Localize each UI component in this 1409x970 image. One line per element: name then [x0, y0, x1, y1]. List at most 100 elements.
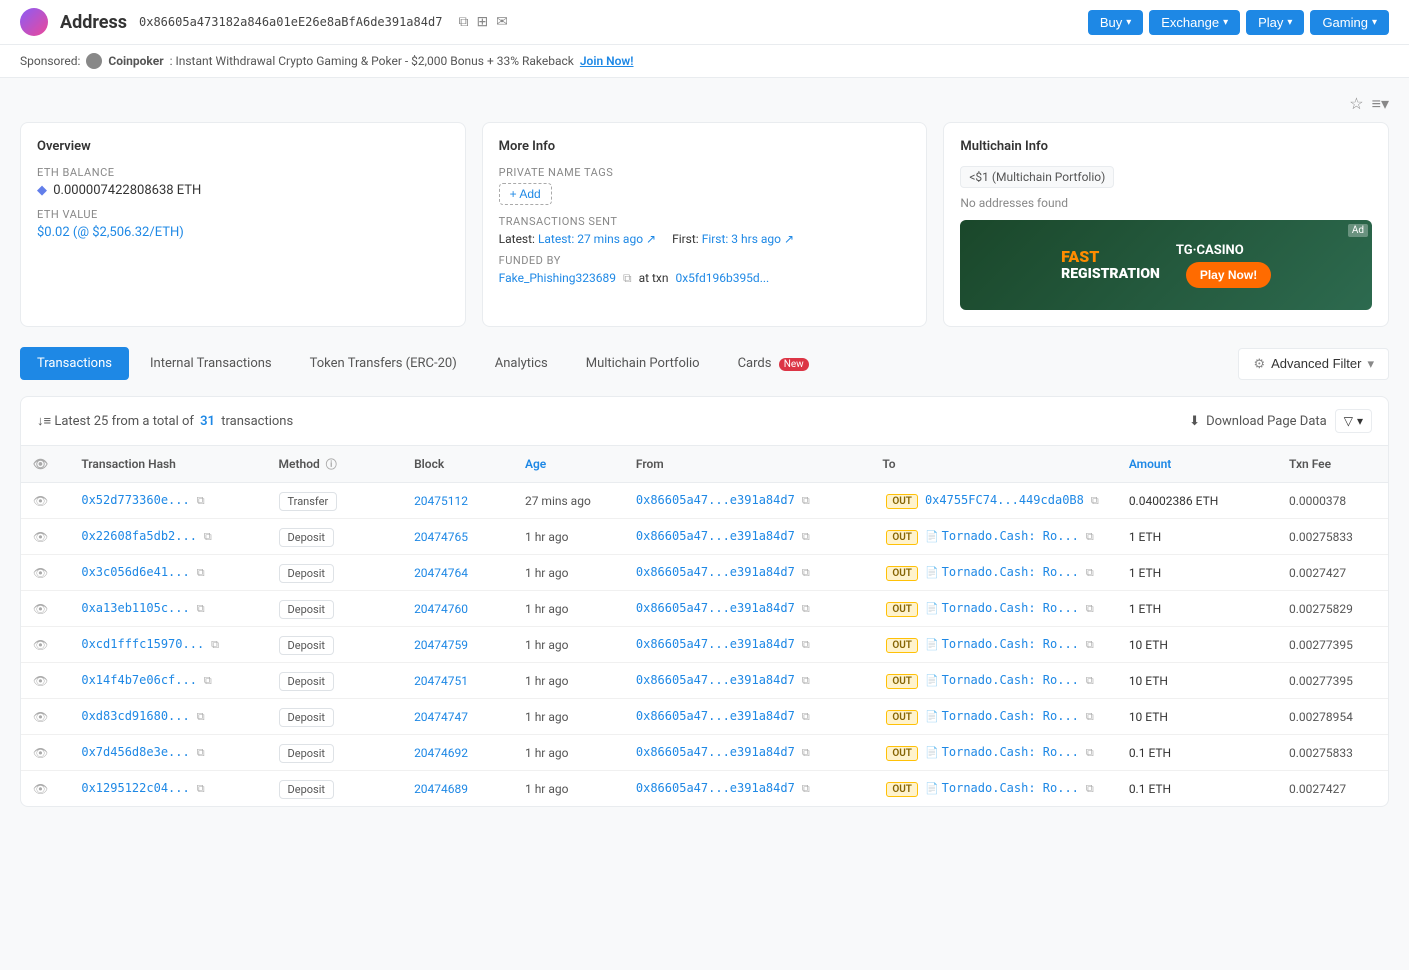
to-address-link[interactable]: Tornado.Cash: Ro...: [942, 529, 1079, 543]
copy-hash-icon[interactable]: ⧉: [197, 746, 205, 759]
tab-analytics[interactable]: Analytics: [478, 347, 565, 380]
copy-to-icon[interactable]: ⧉: [1086, 674, 1094, 687]
copy-to-icon[interactable]: ⧉: [1086, 710, 1094, 723]
to-address-link[interactable]: Tornado.Cash: Ro...: [942, 673, 1079, 687]
from-address-link[interactable]: 0x86605a47...e391a84d7: [636, 673, 795, 687]
row-eye-icon[interactable]: 👁: [33, 638, 48, 652]
block-link[interactable]: 20474747: [414, 710, 468, 724]
tx-hash-link[interactable]: 0x14f4b7e06cf...: [81, 673, 197, 687]
favorite-icon[interactable]: ☆: [1349, 94, 1363, 114]
copy-hash-icon[interactable]: ⧉: [197, 566, 205, 579]
copy-from-icon[interactable]: ⧉: [802, 638, 810, 651]
add-tag-button[interactable]: + Add: [499, 183, 552, 205]
tab-multichain-portfolio[interactable]: Multichain Portfolio: [569, 347, 717, 380]
block-link[interactable]: 20474765: [414, 530, 468, 544]
funded-txn-link[interactable]: 0x5fd196b395d...: [675, 271, 769, 285]
advanced-filter-button[interactable]: ⚙ Advanced Filter ▾: [1238, 348, 1389, 380]
to-address-link[interactable]: Tornado.Cash: Ro...: [942, 637, 1079, 651]
from-address-link[interactable]: 0x86605a47...e391a84d7: [636, 745, 795, 759]
copy-funded-icon[interactable]: ⧉: [623, 271, 632, 285]
tx-hash-link[interactable]: 0x7d456d8e3e...: [81, 745, 189, 759]
copy-from-icon[interactable]: ⧉: [802, 566, 810, 579]
tx-hash-link[interactable]: 0xd83cd91680...: [81, 709, 189, 723]
from-address-link[interactable]: 0x86605a47...e391a84d7: [636, 529, 795, 543]
copy-hash-icon[interactable]: ⧉: [197, 782, 205, 795]
copy-to-icon[interactable]: ⧉: [1086, 530, 1094, 543]
tx-hash-link[interactable]: 0x52d773360e...: [81, 493, 189, 507]
copy-from-icon[interactable]: ⧉: [802, 602, 810, 615]
copy-to-icon[interactable]: ⧉: [1086, 782, 1094, 795]
from-address-link[interactable]: 0x86605a47...e391a84d7: [636, 565, 795, 579]
multichain-portfolio-badge[interactable]: <$1 (Multichain Portfolio): [960, 166, 1114, 188]
copy-to-icon[interactable]: ⧉: [1086, 566, 1094, 579]
download-page-data-button[interactable]: ⬇ Download Page Data: [1189, 414, 1327, 429]
tx-hash-link[interactable]: 0x1295122c04...: [81, 781, 189, 795]
exchange-button[interactable]: Exchange ▾: [1149, 10, 1240, 35]
copy-from-icon[interactable]: ⧉: [802, 710, 810, 723]
tab-internal-transactions[interactable]: Internal Transactions: [133, 347, 289, 380]
copy-from-icon[interactable]: ⧉: [802, 746, 810, 759]
copy-to-icon[interactable]: ⧉: [1086, 638, 1094, 651]
copy-to-icon[interactable]: ⧉: [1091, 494, 1099, 507]
to-address-link[interactable]: Tornado.Cash: Ro...: [942, 565, 1079, 579]
from-address-link[interactable]: 0x86605a47...e391a84d7: [636, 493, 795, 507]
copy-hash-icon[interactable]: ⧉: [211, 638, 219, 651]
tx-hash-link[interactable]: 0xcd1fffc15970...: [81, 637, 204, 651]
block-link[interactable]: 20474751: [414, 674, 468, 688]
copy-hash-icon[interactable]: ⧉: [197, 494, 205, 507]
block-link[interactable]: 20474689: [414, 782, 468, 796]
to-address-link[interactable]: Tornado.Cash: Ro...: [942, 601, 1079, 615]
first-tx-link[interactable]: First: 3 hrs ago ↗: [702, 232, 794, 246]
copy-from-icon[interactable]: ⧉: [802, 674, 810, 687]
qr-icon[interactable]: ⊞: [476, 14, 488, 30]
latest-tx-link[interactable]: Latest: 27 mins ago ↗: [538, 232, 656, 246]
tab-transactions[interactable]: Transactions: [20, 347, 129, 380]
play-button[interactable]: Play ▾: [1246, 10, 1304, 35]
gaming-button[interactable]: Gaming ▾: [1310, 10, 1389, 35]
tx-total-count[interactable]: 31: [200, 414, 215, 429]
to-address-link[interactable]: Tornado.Cash: Ro...: [942, 745, 1079, 759]
block-link[interactable]: 20474692: [414, 746, 468, 760]
copy-hash-icon[interactable]: ⧉: [204, 530, 212, 543]
copy-to-icon[interactable]: ⧉: [1086, 602, 1094, 615]
copy-to-icon[interactable]: ⧉: [1086, 746, 1094, 759]
block-link[interactable]: 20474764: [414, 566, 468, 580]
copy-address-icon[interactable]: ⧉: [458, 14, 468, 30]
row-eye-icon[interactable]: 👁: [33, 602, 48, 616]
copy-from-icon[interactable]: ⧉: [802, 530, 810, 543]
row-eye-icon[interactable]: 👁: [33, 530, 48, 544]
funded-by-address[interactable]: Fake_Phishing323689: [499, 271, 616, 285]
casino-play-button[interactable]: Play Now!: [1186, 262, 1271, 288]
row-eye-icon[interactable]: 👁: [33, 494, 48, 508]
block-link[interactable]: 20475112: [414, 494, 468, 508]
tab-token-transfers[interactable]: Token Transfers (ERC-20): [293, 347, 474, 380]
copy-from-icon[interactable]: ⧉: [802, 494, 810, 507]
method-info-icon[interactable]: ⓘ: [326, 458, 337, 471]
from-address-link[interactable]: 0x86605a47...e391a84d7: [636, 781, 795, 795]
row-eye-icon[interactable]: 👁: [33, 782, 48, 796]
copy-hash-icon[interactable]: ⧉: [197, 710, 205, 723]
buy-button[interactable]: Buy ▾: [1088, 10, 1143, 35]
row-eye-icon[interactable]: 👁: [33, 746, 48, 760]
from-address-link[interactable]: 0x86605a47...e391a84d7: [636, 601, 795, 615]
copy-hash-icon[interactable]: ⧉: [197, 602, 205, 615]
row-eye-icon[interactable]: 👁: [33, 674, 48, 688]
share-icon[interactable]: ✉: [496, 14, 508, 30]
block-link[interactable]: 20474759: [414, 638, 468, 652]
copy-hash-icon[interactable]: ⧉: [204, 674, 212, 687]
to-address-link[interactable]: 0x4755FC74...449cda0B8: [925, 493, 1084, 507]
copy-from-icon[interactable]: ⧉: [802, 782, 810, 795]
sponsored-join-link[interactable]: Join Now!: [580, 54, 634, 68]
from-address-link[interactable]: 0x86605a47...e391a84d7: [636, 637, 795, 651]
tx-hash-link[interactable]: 0xa13eb1105c...: [81, 601, 189, 615]
tx-hash-link[interactable]: 0x3c056d6e41...: [81, 565, 189, 579]
tab-cards[interactable]: Cards New: [721, 347, 826, 380]
col-header-age[interactable]: Age: [513, 446, 624, 483]
to-address-link[interactable]: Tornado.Cash: Ro...: [942, 709, 1079, 723]
block-link[interactable]: 20474760: [414, 602, 468, 616]
from-address-link[interactable]: 0x86605a47...e391a84d7: [636, 709, 795, 723]
to-address-link[interactable]: Tornado.Cash: Ro...: [942, 781, 1079, 795]
tx-hash-link[interactable]: 0x22608fa5db2...: [81, 529, 197, 543]
filter-sort-dropdown[interactable]: ▽ ▾: [1335, 409, 1372, 433]
row-eye-icon[interactable]: 👁: [33, 710, 48, 724]
